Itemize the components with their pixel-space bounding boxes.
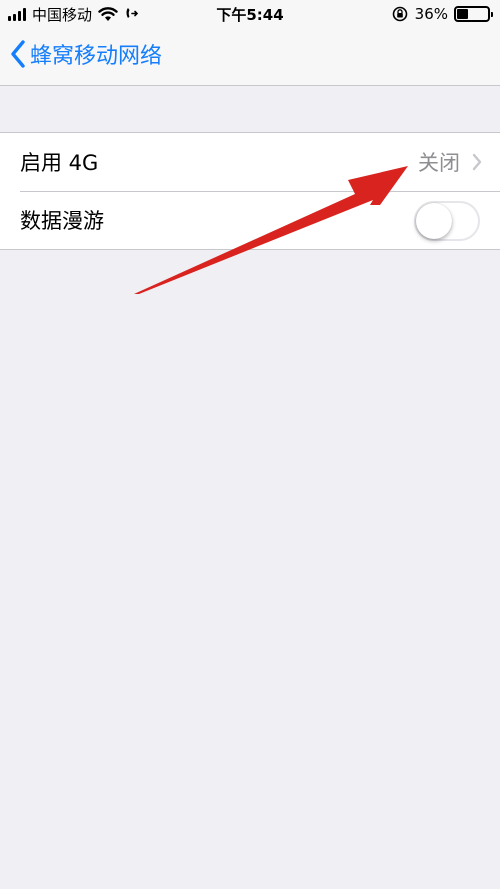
battery-fill <box>457 9 468 19</box>
chevron-left-icon <box>11 40 25 68</box>
enable-4g-row[interactable]: 启用 4G 关闭 <box>0 133 500 191</box>
data-roaming-row: 数据漫游 <box>0 191 500 249</box>
enable-4g-label: 启用 4G <box>20 151 99 175</box>
enable-4g-value: 关闭 <box>418 151 460 175</box>
status-bar: 中国移动 下午5:44 36% <box>0 0 500 28</box>
back-button[interactable]: 蜂窝移动网络 <box>10 38 162 70</box>
settings-group: 启用 4G 关闭 数据漫游 <box>0 132 500 250</box>
chevron-right-icon <box>472 153 482 171</box>
battery-percent: 36% <box>414 5 448 23</box>
enable-4g-value-container: 关闭 <box>418 133 482 191</box>
status-right: 36% <box>391 4 493 24</box>
data-roaming-toggle[interactable] <box>414 201 480 241</box>
back-button-label: 蜂窝移动网络 <box>30 44 163 69</box>
toggle-knob <box>416 203 452 239</box>
battery-icon <box>454 6 493 22</box>
nav-bar: 蜂窝移动网络 <box>0 28 500 86</box>
data-roaming-label: 数据漫游 <box>20 209 104 233</box>
orientation-lock-icon <box>392 6 407 22</box>
